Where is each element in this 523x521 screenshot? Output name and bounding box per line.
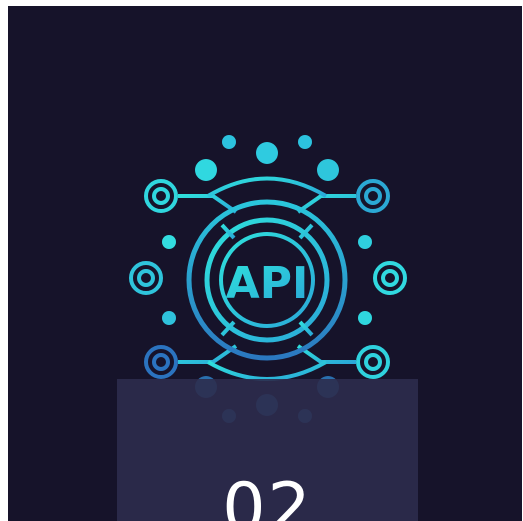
- logo-text: API: [226, 258, 309, 309]
- image-frame: API 02: [8, 6, 522, 521]
- overlay-number: 02: [222, 469, 313, 521]
- number-overlay: 02: [117, 379, 418, 521]
